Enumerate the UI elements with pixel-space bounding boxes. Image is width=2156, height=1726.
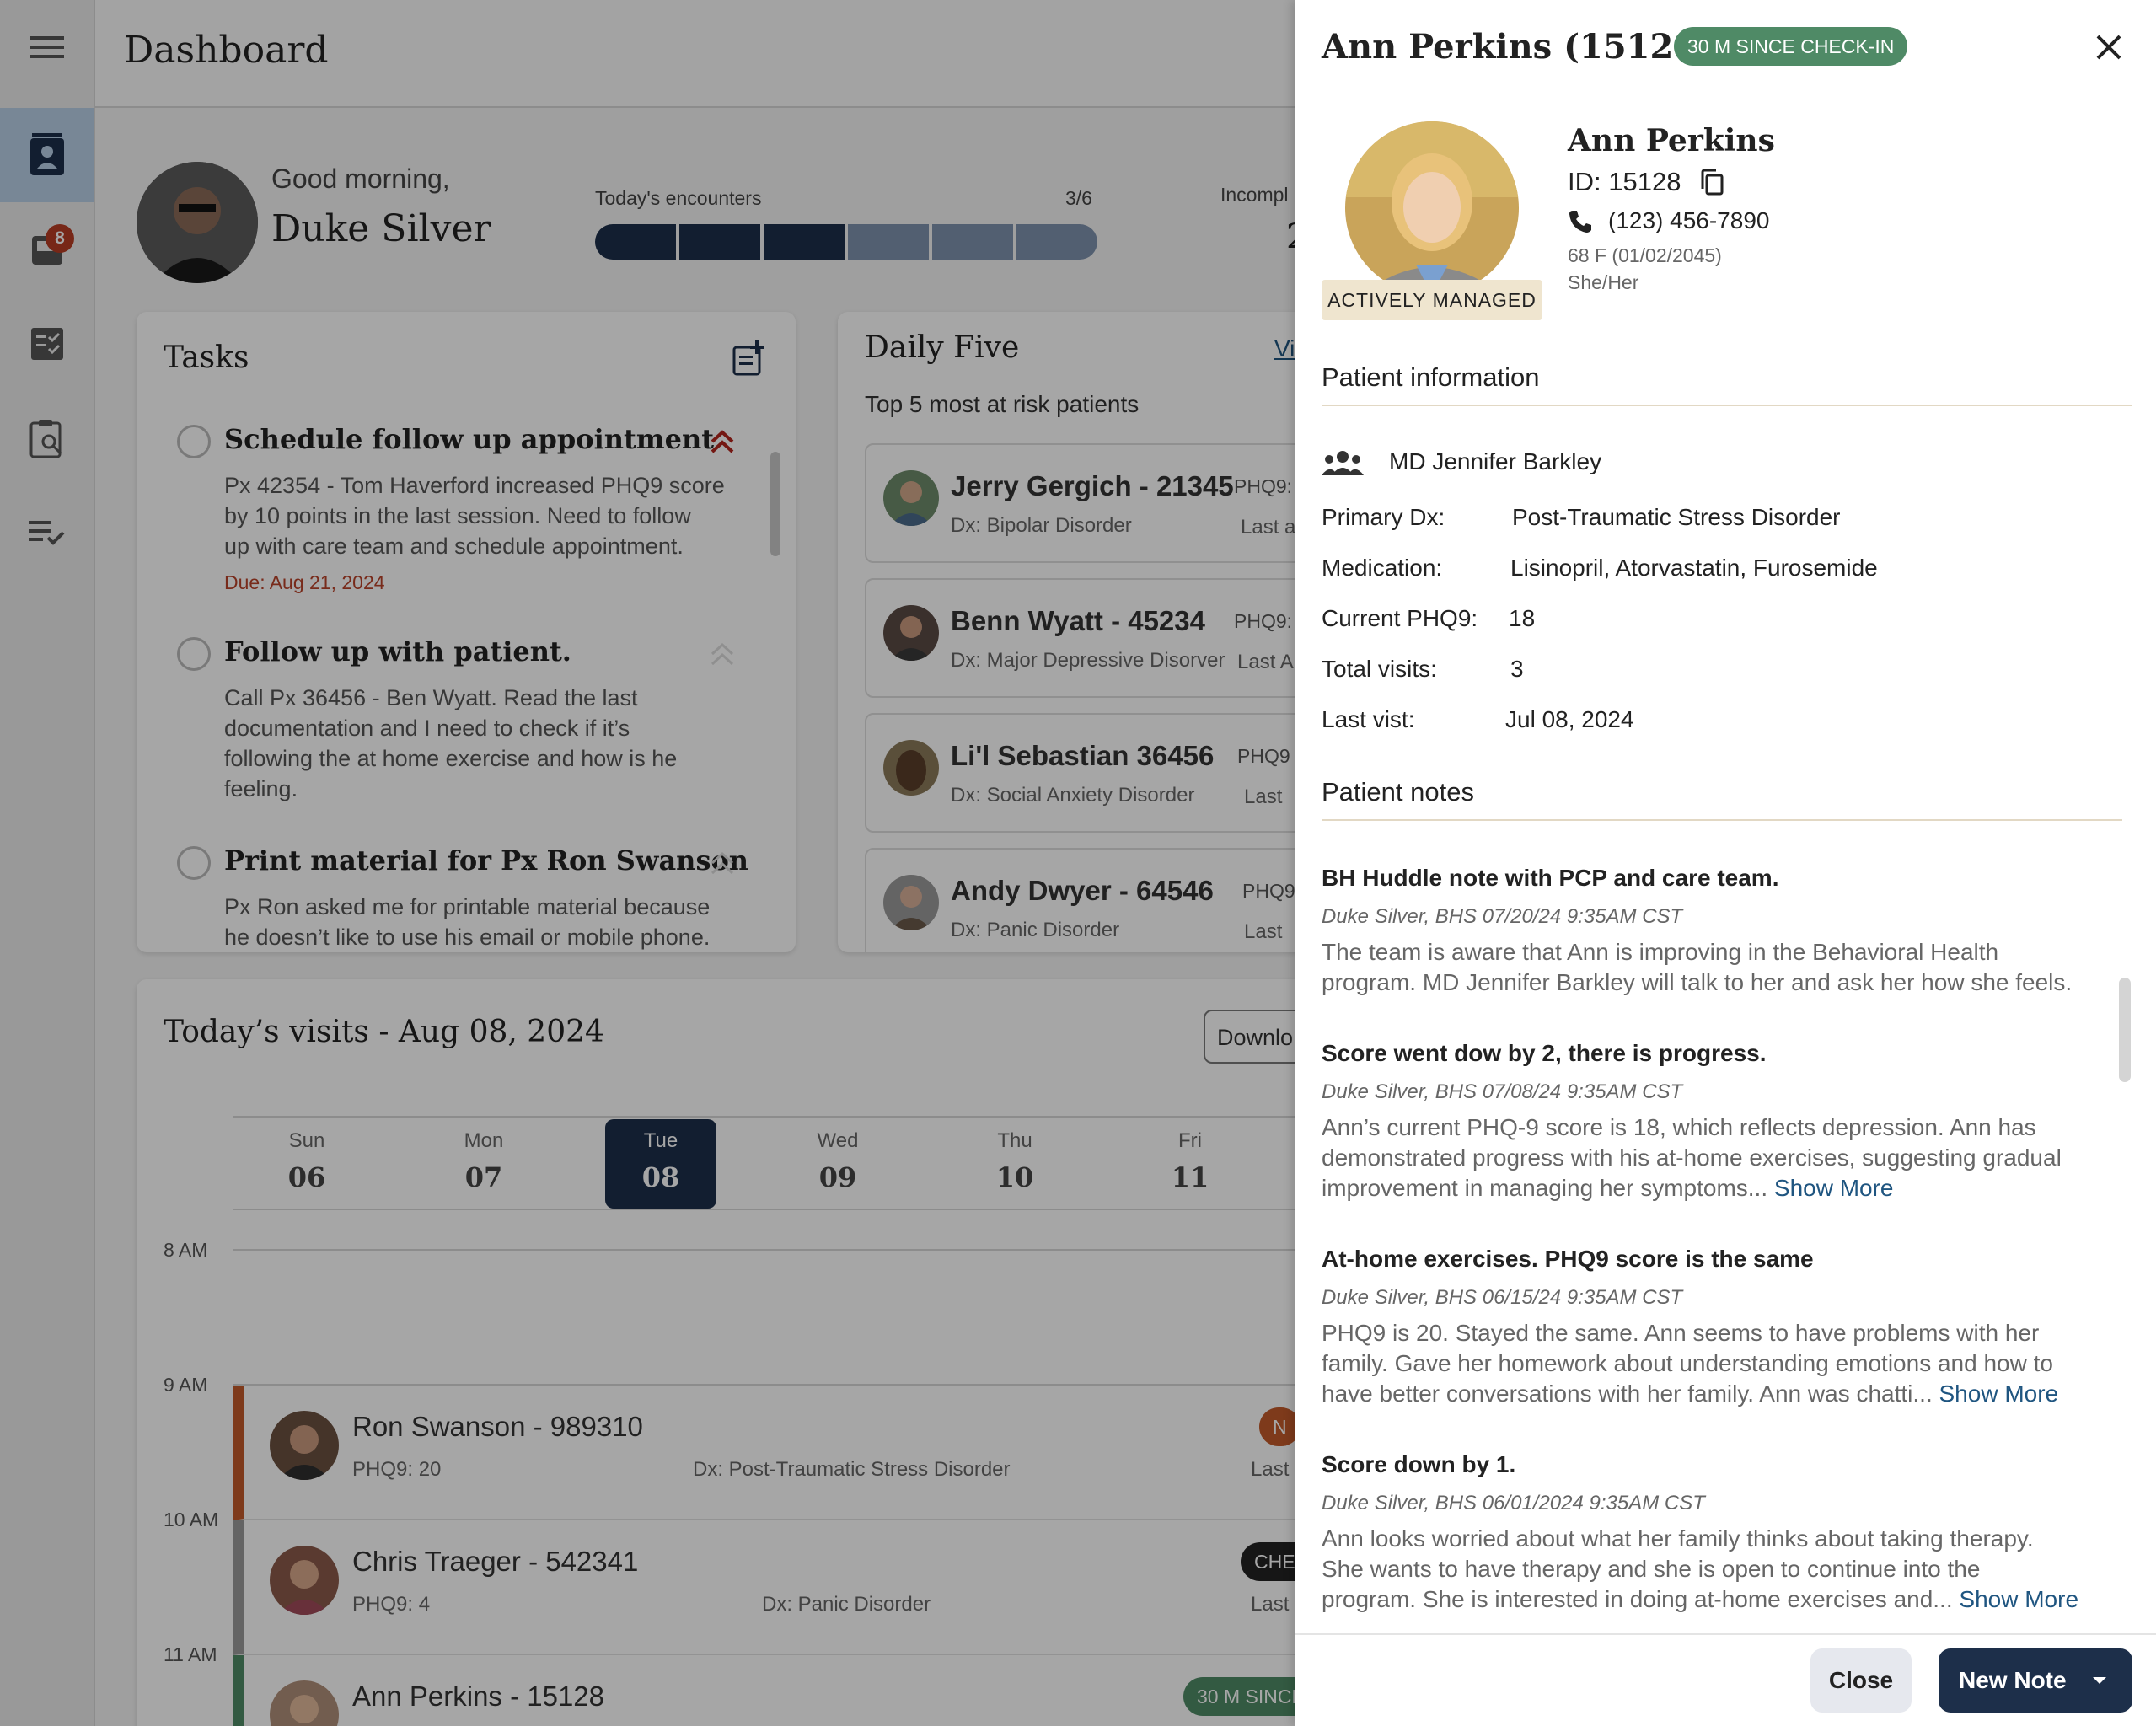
notes-scrollbar[interactable] [2119, 978, 2131, 1082]
checkin-status-pill: 30 M SINCE CHECK-IN [1674, 27, 1908, 66]
note-line: She wants to have therapy and she is ope… [1322, 1556, 1981, 1582]
note-meta: Duke Silver, BHS 06/15/24 9:35AM CST [1322, 1286, 1683, 1309]
last-visit-label: Last vist: [1322, 706, 1415, 732]
phq-value: 18 [1509, 605, 1536, 631]
total-visits-label: Total visits: [1322, 656, 1437, 682]
note-line: Ann looks worried about what her family … [1322, 1525, 2034, 1552]
care-team-icon [1322, 451, 1364, 475]
note-line: PHQ9 is 20. Stayed the same. Ann seems t… [1322, 1320, 2040, 1346]
close-button[interactable]: Close [1810, 1648, 1912, 1713]
show-more-link[interactable]: Show More [1774, 1175, 1894, 1201]
care-team-member: MD Jennifer Barkley [1389, 448, 1602, 474]
note-line: The team is aware that Ann is improving … [1322, 939, 1999, 965]
note-meta: Duke Silver, BHS 06/01/2024 9:35AM CST [1322, 1492, 1705, 1514]
note-title: Score went dow by 2, there is progress. [1322, 1040, 1767, 1066]
primary-dx-value: Post-Traumatic Stress Disorder [1512, 504, 1841, 530]
chevron-down-icon [2092, 1677, 2106, 1684]
note-line: program. She is interested in doing at-h… [1322, 1586, 1953, 1612]
patient-demographics: 68 F (01/02/2045) [1568, 244, 1722, 266]
note-body: PHQ9 is 20. Stayed the same. Ann seems t… [1322, 1318, 2080, 1409]
management-badge: ACTIVELY MANAGED [1322, 280, 1542, 320]
copy-icon[interactable] [1699, 169, 1724, 196]
patient-pronouns: She/Her [1568, 271, 1639, 293]
last-visit-value: Jul 08, 2024 [1505, 706, 1634, 732]
note-line: family. Gave her homework about understa… [1322, 1350, 2053, 1376]
patient-name: Ann Perkins [1568, 123, 1775, 158]
patient-phone: (123) 456-7890 [1608, 207, 1770, 233]
new-note-button[interactable]: New Note [1939, 1648, 2132, 1713]
phone-icon [1569, 211, 1591, 233]
close-icon[interactable] [2095, 34, 2122, 61]
info-heading: Patient information [1322, 362, 1540, 392]
panel-title: Ann Perkins (15128) [1322, 27, 1714, 67]
modal-backdrop[interactable] [0, 0, 1295, 1726]
new-note-label: New Note [1959, 1667, 2067, 1693]
show-more-link[interactable]: Show More [1959, 1586, 2078, 1612]
note-title: BH Huddle note with PCP and care team. [1322, 865, 1779, 891]
note-line: have better conversations with her famil… [1322, 1380, 1933, 1407]
note-meta: Duke Silver, BHS 07/20/24 9:35AM CST [1322, 905, 1683, 928]
patient-photo [1345, 121, 1519, 295]
notes-divider [1322, 819, 2122, 821]
medication-value: Lisinopril, Atorvastatin, Furosemide [1510, 555, 1878, 581]
note-line: improvement in managing her symptoms... [1322, 1175, 1768, 1201]
info-divider [1322, 405, 2132, 406]
notes-heading: Patient notes [1322, 777, 1474, 807]
primary-dx-label: Primary Dx: [1322, 504, 1445, 530]
note-line: program. MD Jennifer Barkley will talk t… [1322, 969, 2073, 995]
note-body: The team is aware that Ann is improving … [1322, 937, 2080, 998]
note-title: Score down by 1. [1322, 1451, 1516, 1477]
patient-id: ID: 15128 [1568, 167, 1681, 196]
total-visits-value: 3 [1510, 656, 1524, 682]
show-more-link[interactable]: Show More [1939, 1380, 2059, 1407]
note-title: At-home exercises. PHQ9 score is the sam… [1322, 1246, 1814, 1272]
phq-label: Current PHQ9: [1322, 605, 1478, 631]
note-line: demonstrated progress with his at-home e… [1322, 1144, 2062, 1171]
medication-label: Medication: [1322, 555, 1443, 581]
note-body: Ann looks worried about what her family … [1322, 1524, 2080, 1615]
note-meta: Duke Silver, BHS 07/08/24 9:35AM CST [1322, 1080, 1683, 1103]
note-line: Ann’s current PHQ-9 score is 18, which r… [1322, 1114, 2036, 1140]
note-body: Ann’s current PHQ-9 score is 18, which r… [1322, 1112, 2080, 1203]
patient-detail-panel: Ann Perkins (15128) 30 M SINCE CHECK-IN … [1295, 0, 2156, 1726]
